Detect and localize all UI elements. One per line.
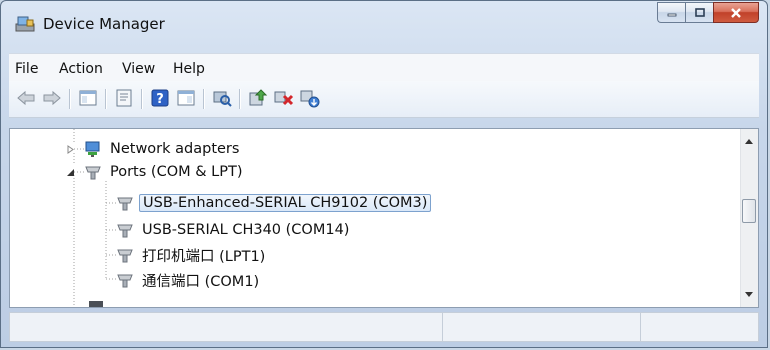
properties-icon[interactable] [113,87,135,109]
toolbar-separator [141,89,142,109]
update-driver-icon[interactable] [247,87,269,109]
partial-device-icon [89,301,103,307]
show-hide-console-tree-icon[interactable] [77,87,99,109]
port-icon [117,274,133,288]
status-segment [442,313,443,341]
maximize-icon [694,7,705,17]
menu-bar: File Action View Help [9,53,759,82]
scroll-down-icon[interactable] [745,292,753,297]
minimize-icon [667,13,676,16]
forward-arrow-icon[interactable] [41,87,63,109]
tree-row-ports[interactable]: Ports (COM & LPT) [66,161,245,183]
tree-label: Ports (COM & LPT) [110,164,243,180]
vertical-scrollbar[interactable] [740,129,758,307]
tree-row-network-adapters[interactable]: Network adapters [66,138,242,160]
toolbar-separator [239,89,240,109]
toolbar-separator [203,89,204,109]
window-title: Device Manager [43,15,165,33]
scroll-up-icon[interactable] [745,139,753,144]
device-manager-icon [15,16,35,32]
scroll-thumb[interactable] [742,199,756,223]
toolbar-separator [105,89,106,109]
tree-row-ch340[interactable]: USB-SERIAL CH340 (COM14) [116,219,352,241]
show-hide-action-pane-icon[interactable] [175,87,197,109]
device-manager-window: Device Manager File Action View Help ? N… [0,0,768,348]
menu-action[interactable]: Action [59,61,103,77]
port-icon [117,249,133,263]
status-segment [640,313,641,341]
back-arrow-icon[interactable] [15,87,37,109]
title-bar[interactable]: Device Manager [1,1,767,41]
menu-file[interactable]: File [15,61,38,77]
disable-device-icon[interactable] [273,87,295,109]
tree-row-ch9102[interactable]: USB-Enhanced-SERIAL CH9102 (COM3) [116,192,432,214]
network-adapter-icon [85,141,100,157]
help-icon[interactable]: ? [149,87,171,109]
status-bar [9,312,759,342]
toolbar-separator [69,89,70,109]
maximize-button[interactable] [685,2,713,23]
expand-arrow-icon[interactable] [66,144,75,154]
tree-row-com1[interactable]: 通信端口 (COM1) [116,269,262,291]
close-icon [731,7,741,18]
tree-label: 打印机端口 (LPT1) [142,248,266,265]
tree-label: USB-SERIAL CH340 (COM14) [142,222,350,238]
tree-label: Network adapters [110,141,240,157]
collapse-arrow-icon[interactable] [66,168,75,177]
tree-label: 通信端口 (COM1) [142,273,260,290]
scan-hardware-icon[interactable] [211,87,233,109]
uninstall-device-icon[interactable] [299,87,321,109]
minimize-button[interactable] [657,2,685,23]
close-button[interactable] [713,2,759,23]
menu-help[interactable]: Help [173,61,205,77]
svg-text:?: ? [156,92,164,107]
menu-view[interactable]: View [122,61,155,77]
toolbar: ? [9,81,759,118]
port-icon [85,166,101,180]
tree-row-lpt1[interactable]: 打印机端口 (LPT1) [116,244,268,266]
device-tree[interactable]: Network adapters Ports (COM & LPT) USB-E… [9,128,759,308]
caption-buttons [657,2,759,24]
port-icon [117,224,133,238]
tree-label-selected: USB-Enhanced-SERIAL CH9102 (COM3) [139,194,432,212]
port-icon [117,197,133,211]
